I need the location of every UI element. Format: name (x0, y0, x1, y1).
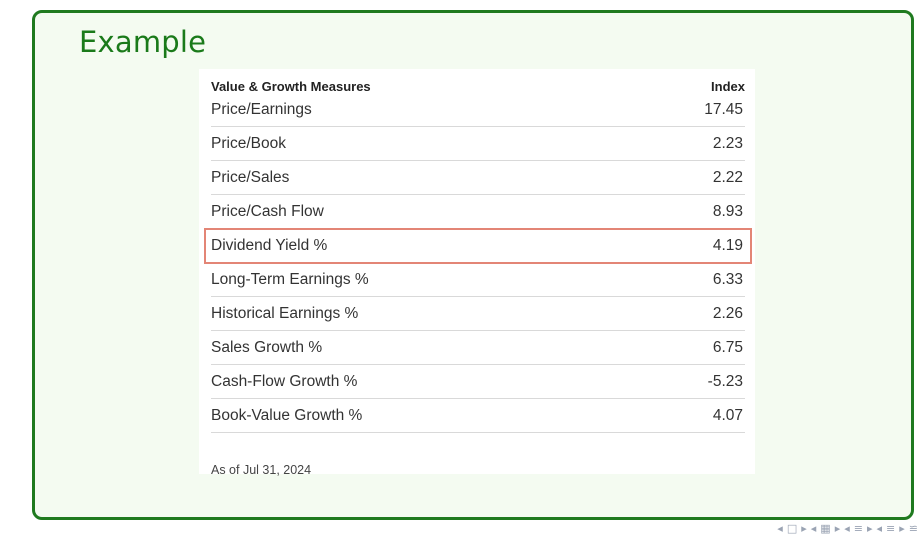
row-label: Cash-Flow Growth % (211, 372, 358, 390)
beamer-navigation: ◂ □ ▸ ◂ ▦ ▸ ◂ ≡ ▸ ◂ ≡ ▸ ≌ (600, 522, 918, 535)
header-label: Value & Growth Measures (211, 78, 371, 94)
table-row: Price/Sales 2.22 (211, 161, 745, 195)
nav-next-icon[interactable]: ▸ (801, 522, 807, 535)
nav-prev-icon[interactable]: ◂ (777, 522, 783, 535)
row-value: 2.26 (712, 304, 743, 322)
row-value: 6.33 (712, 270, 743, 288)
table-row: Price/Earnings 17.45 (211, 93, 745, 127)
row-label: Historical Earnings % (211, 304, 359, 322)
nav-prev-icon[interactable]: ◂ (877, 522, 883, 535)
table-row: Sales Growth % 6.75 (211, 331, 745, 365)
row-label: Sales Growth % (211, 338, 323, 356)
measures-table: Value & Growth Measures Index Price/Earn… (199, 69, 755, 477)
row-value: 17.45 (704, 100, 743, 118)
row-label: Book-Value Growth % (211, 406, 363, 424)
frame-icon[interactable]: □ (787, 522, 797, 535)
nav-prev-icon[interactable]: ◂ (844, 522, 850, 535)
row-label: Price/Cash Flow (211, 202, 324, 220)
row-label: Dividend Yield % (211, 236, 328, 254)
table-row: Book-Value Growth % 4.07 (211, 399, 745, 433)
table-body: Price/Earnings 17.45 Price/Book 2.23 Pri… (204, 93, 752, 433)
row-value: 2.23 (712, 134, 743, 152)
table-row: Price/Book 2.23 (211, 127, 745, 161)
table-row: Long-Term Earnings % 6.33 (211, 263, 745, 297)
table-row: Price/Cash Flow 8.93 (211, 195, 745, 229)
row-value: 4.07 (712, 406, 743, 424)
slide-title: Example (79, 25, 207, 59)
row-value: 8.93 (712, 202, 743, 220)
row-value: 4.19 (712, 236, 743, 254)
nav-next-icon[interactable]: ▸ (867, 522, 873, 535)
outline-icon[interactable]: ≡ (886, 522, 895, 535)
nav-prev-icon[interactable]: ◂ (811, 522, 817, 535)
subsection-icon[interactable]: ▦ (820, 522, 830, 535)
slide-frame: Example Value & Growth Measures Index Pr… (32, 10, 914, 520)
row-label: Long-Term Earnings % (211, 270, 369, 288)
as-of-date: As of Jul 31, 2024 (211, 463, 312, 477)
row-value: -5.23 (707, 372, 743, 390)
row-label: Price/Sales (211, 168, 290, 186)
row-value: 2.22 (712, 168, 743, 186)
table-row: Historical Earnings % 2.26 (211, 297, 745, 331)
align-icon[interactable]: ≌ (909, 522, 918, 535)
row-value: 6.75 (712, 338, 743, 356)
nav-next-icon[interactable]: ▸ (899, 522, 905, 535)
nav-next-icon[interactable]: ▸ (835, 522, 841, 535)
header-value: Index (711, 78, 745, 94)
section-icon[interactable]: ≡ (854, 522, 863, 535)
highlighted-table-row: Dividend Yield % 4.19 (204, 228, 752, 264)
row-label: Price/Earnings (211, 100, 312, 118)
row-label: Price/Book (211, 134, 286, 152)
table-row: Cash-Flow Growth % -5.23 (211, 365, 745, 399)
